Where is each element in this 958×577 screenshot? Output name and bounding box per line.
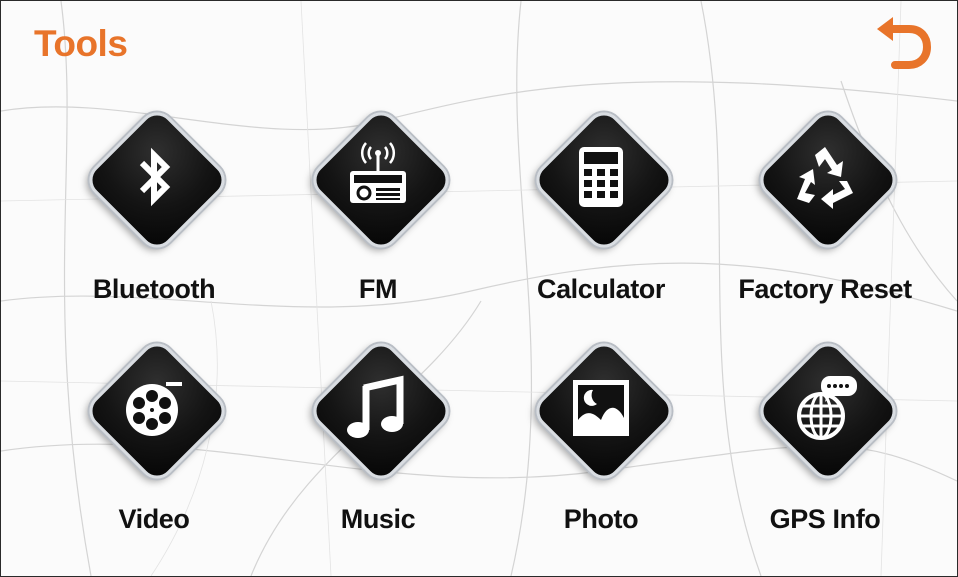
tool-label: GPS Info xyxy=(769,504,881,534)
tool-bluetooth[interactable]: Bluetooth xyxy=(49,105,259,356)
tool-label: Calculator xyxy=(536,274,666,304)
radio-icon xyxy=(350,142,406,203)
image-icon xyxy=(573,380,629,436)
tool-label: FM xyxy=(358,274,398,304)
back-button[interactable] xyxy=(873,15,935,73)
page-title: Tools xyxy=(34,23,128,64)
tool-gps-info[interactable]: GPS Info xyxy=(720,336,930,576)
tool-label: Factory Reset xyxy=(738,274,912,304)
tool-label: Bluetooth xyxy=(92,274,216,304)
bluetooth-icon xyxy=(139,147,171,207)
tools-screen: Tools Bluetooth FM Calculator Factory Re… xyxy=(0,0,958,577)
music-note-icon xyxy=(347,375,404,438)
tool-calculator[interactable]: Calculator xyxy=(496,105,706,356)
tool-factory-reset[interactable]: Factory Reset xyxy=(720,105,930,356)
tool-photo[interactable]: Photo xyxy=(496,336,706,576)
film-reel-icon xyxy=(126,382,182,436)
tool-fm[interactable]: FM xyxy=(273,105,483,356)
tool-music[interactable]: Music xyxy=(273,336,483,576)
tool-label: Photo xyxy=(563,504,639,534)
undo-arrow-icon xyxy=(877,17,932,69)
tool-video[interactable]: Video xyxy=(49,336,259,576)
recycle-icon xyxy=(797,147,853,209)
tool-label: Video xyxy=(118,504,190,534)
calculator-icon xyxy=(579,147,623,207)
tool-label: Music xyxy=(340,504,416,534)
globe-chat-icon xyxy=(797,376,857,440)
